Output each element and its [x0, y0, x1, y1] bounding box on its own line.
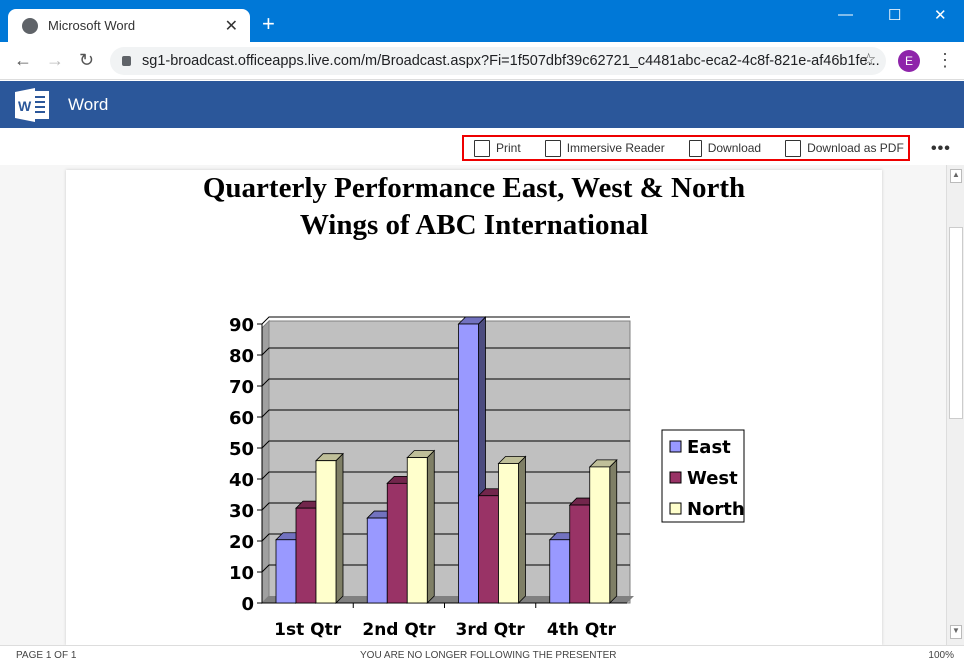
- document-page: Quarterly Performance East, West & North…: [66, 170, 882, 645]
- bar-west: [386, 482, 408, 604]
- page-count: PAGE 1 OF 1: [16, 650, 77, 661]
- download-label: Download: [707, 141, 762, 155]
- y-tick-label: 0: [241, 594, 254, 615]
- svg-text:W: W: [18, 98, 32, 114]
- file-download-icon: [688, 139, 702, 157]
- legend-label: West: [687, 468, 738, 489]
- maximize-button[interactable]: ☐: [888, 6, 901, 24]
- app-name: Word: [68, 95, 109, 114]
- word-logo-icon: W: [15, 88, 49, 122]
- bar-west: [478, 495, 499, 604]
- zoom-level: 100%: [928, 650, 954, 661]
- new-tab-button[interactable]: +: [262, 11, 275, 37]
- bar-side: [426, 449, 435, 604]
- x-tick-label: 2nd Qtr: [362, 620, 436, 640]
- word-app-bar: W Word: [0, 81, 964, 128]
- y-tick-label: 80: [229, 346, 254, 367]
- y-tick-label: 30: [229, 501, 254, 522]
- x-tick-label: 1st Qtr: [274, 620, 342, 640]
- y-tick-label: 10: [229, 563, 254, 584]
- immersive-reader-button[interactable]: Immersive Reader: [544, 139, 665, 157]
- legend-swatch: [669, 440, 682, 453]
- pdf-icon: [785, 139, 802, 157]
- browser-tab[interactable]: Microsoft Word ✕: [8, 9, 250, 42]
- scroll-down-arrow[interactable]: ▼: [950, 625, 962, 639]
- bar-north: [589, 466, 611, 604]
- back-icon[interactable]: ←: [14, 50, 32, 71]
- bar-north: [498, 463, 519, 604]
- book-icon: [544, 139, 561, 157]
- bar-west: [569, 504, 591, 604]
- bar-west: [295, 507, 317, 604]
- reload-icon[interactable]: ↻: [79, 50, 94, 71]
- bar-east: [275, 539, 297, 604]
- x-tick-label: 4th Qtr: [547, 620, 617, 640]
- legend-label: East: [687, 437, 731, 458]
- y-tick-label: 60: [229, 408, 254, 429]
- printer-icon: [474, 139, 490, 157]
- profile-avatar[interactable]: E: [898, 50, 920, 72]
- download-pdf-label: Download as PDF: [807, 141, 904, 155]
- legend-label: North: [687, 499, 745, 520]
- url-input[interactable]: sg1-broadcast.officeapps.live.com/m/Broa…: [110, 47, 886, 75]
- bar-side: [609, 458, 618, 604]
- bar-east: [549, 539, 571, 604]
- immersive-reader-label: Immersive Reader: [566, 141, 665, 155]
- scroll-thumb[interactable]: [949, 227, 963, 419]
- legend-swatch: [669, 502, 682, 515]
- bar-east: [458, 323, 479, 604]
- bar-chart: 0 10 20 30 40 50 60 70 80 90 1st Qtr 2nd Qtr 3rd Qtr…: [229, 315, 745, 640]
- close-window-button[interactable]: ✕: [934, 6, 947, 24]
- legend-swatch: [669, 471, 682, 484]
- bar-side: [518, 455, 526, 604]
- y-tick-label: 90: [229, 315, 254, 336]
- presenter-message: YOU ARE NO LONGER FOLLOWING THE PRESENTE…: [360, 650, 617, 661]
- lock-icon: [122, 56, 131, 66]
- tab-title: Microsoft Word: [48, 18, 136, 33]
- print-label: Print: [496, 141, 521, 155]
- minimize-button[interactable]: —: [838, 6, 853, 23]
- y-tick-label: 40: [229, 470, 254, 491]
- scroll-up-arrow[interactable]: ▲: [950, 169, 962, 183]
- x-tick-label: 3rd Qtr: [455, 620, 525, 640]
- browser-menu-icon[interactable]: ⋮: [936, 50, 954, 71]
- download-button[interactable]: Download: [688, 139, 762, 157]
- bar-north: [406, 457, 428, 604]
- browser-titlebar: Microsoft Word ✕ + — ☐ ✕: [0, 0, 964, 42]
- print-button[interactable]: Print: [474, 139, 521, 157]
- bar-north: [315, 460, 337, 604]
- close-tab-icon[interactable]: ✕: [225, 16, 238, 36]
- y-tick-label: 50: [229, 439, 254, 460]
- address-bar: ← → ↻ sg1-broadcast.officeapps.live.com/…: [0, 42, 964, 80]
- more-options-icon[interactable]: •••: [931, 140, 951, 158]
- status-bar: PAGE 1 OF 1 YOU ARE NO LONGER FOLLOWING …: [0, 645, 964, 666]
- globe-icon: [22, 17, 38, 34]
- vertical-scrollbar[interactable]: ▲ ▼: [946, 165, 964, 645]
- bookmark-star-icon[interactable]: ☆: [861, 50, 876, 70]
- forward-icon[interactable]: →: [46, 50, 64, 71]
- download-pdf-button[interactable]: Download as PDF: [785, 139, 904, 157]
- bar-side: [335, 452, 344, 604]
- y-tick-label: 20: [229, 532, 254, 553]
- url-text: sg1-broadcast.officeapps.live.com/m/Broa…: [142, 53, 880, 69]
- y-tick-label: 70: [229, 377, 254, 398]
- bar-east: [366, 517, 388, 604]
- document-toolbar: Print Immersive Reader Download Download…: [462, 135, 910, 161]
- side-wall: [261, 319, 270, 605]
